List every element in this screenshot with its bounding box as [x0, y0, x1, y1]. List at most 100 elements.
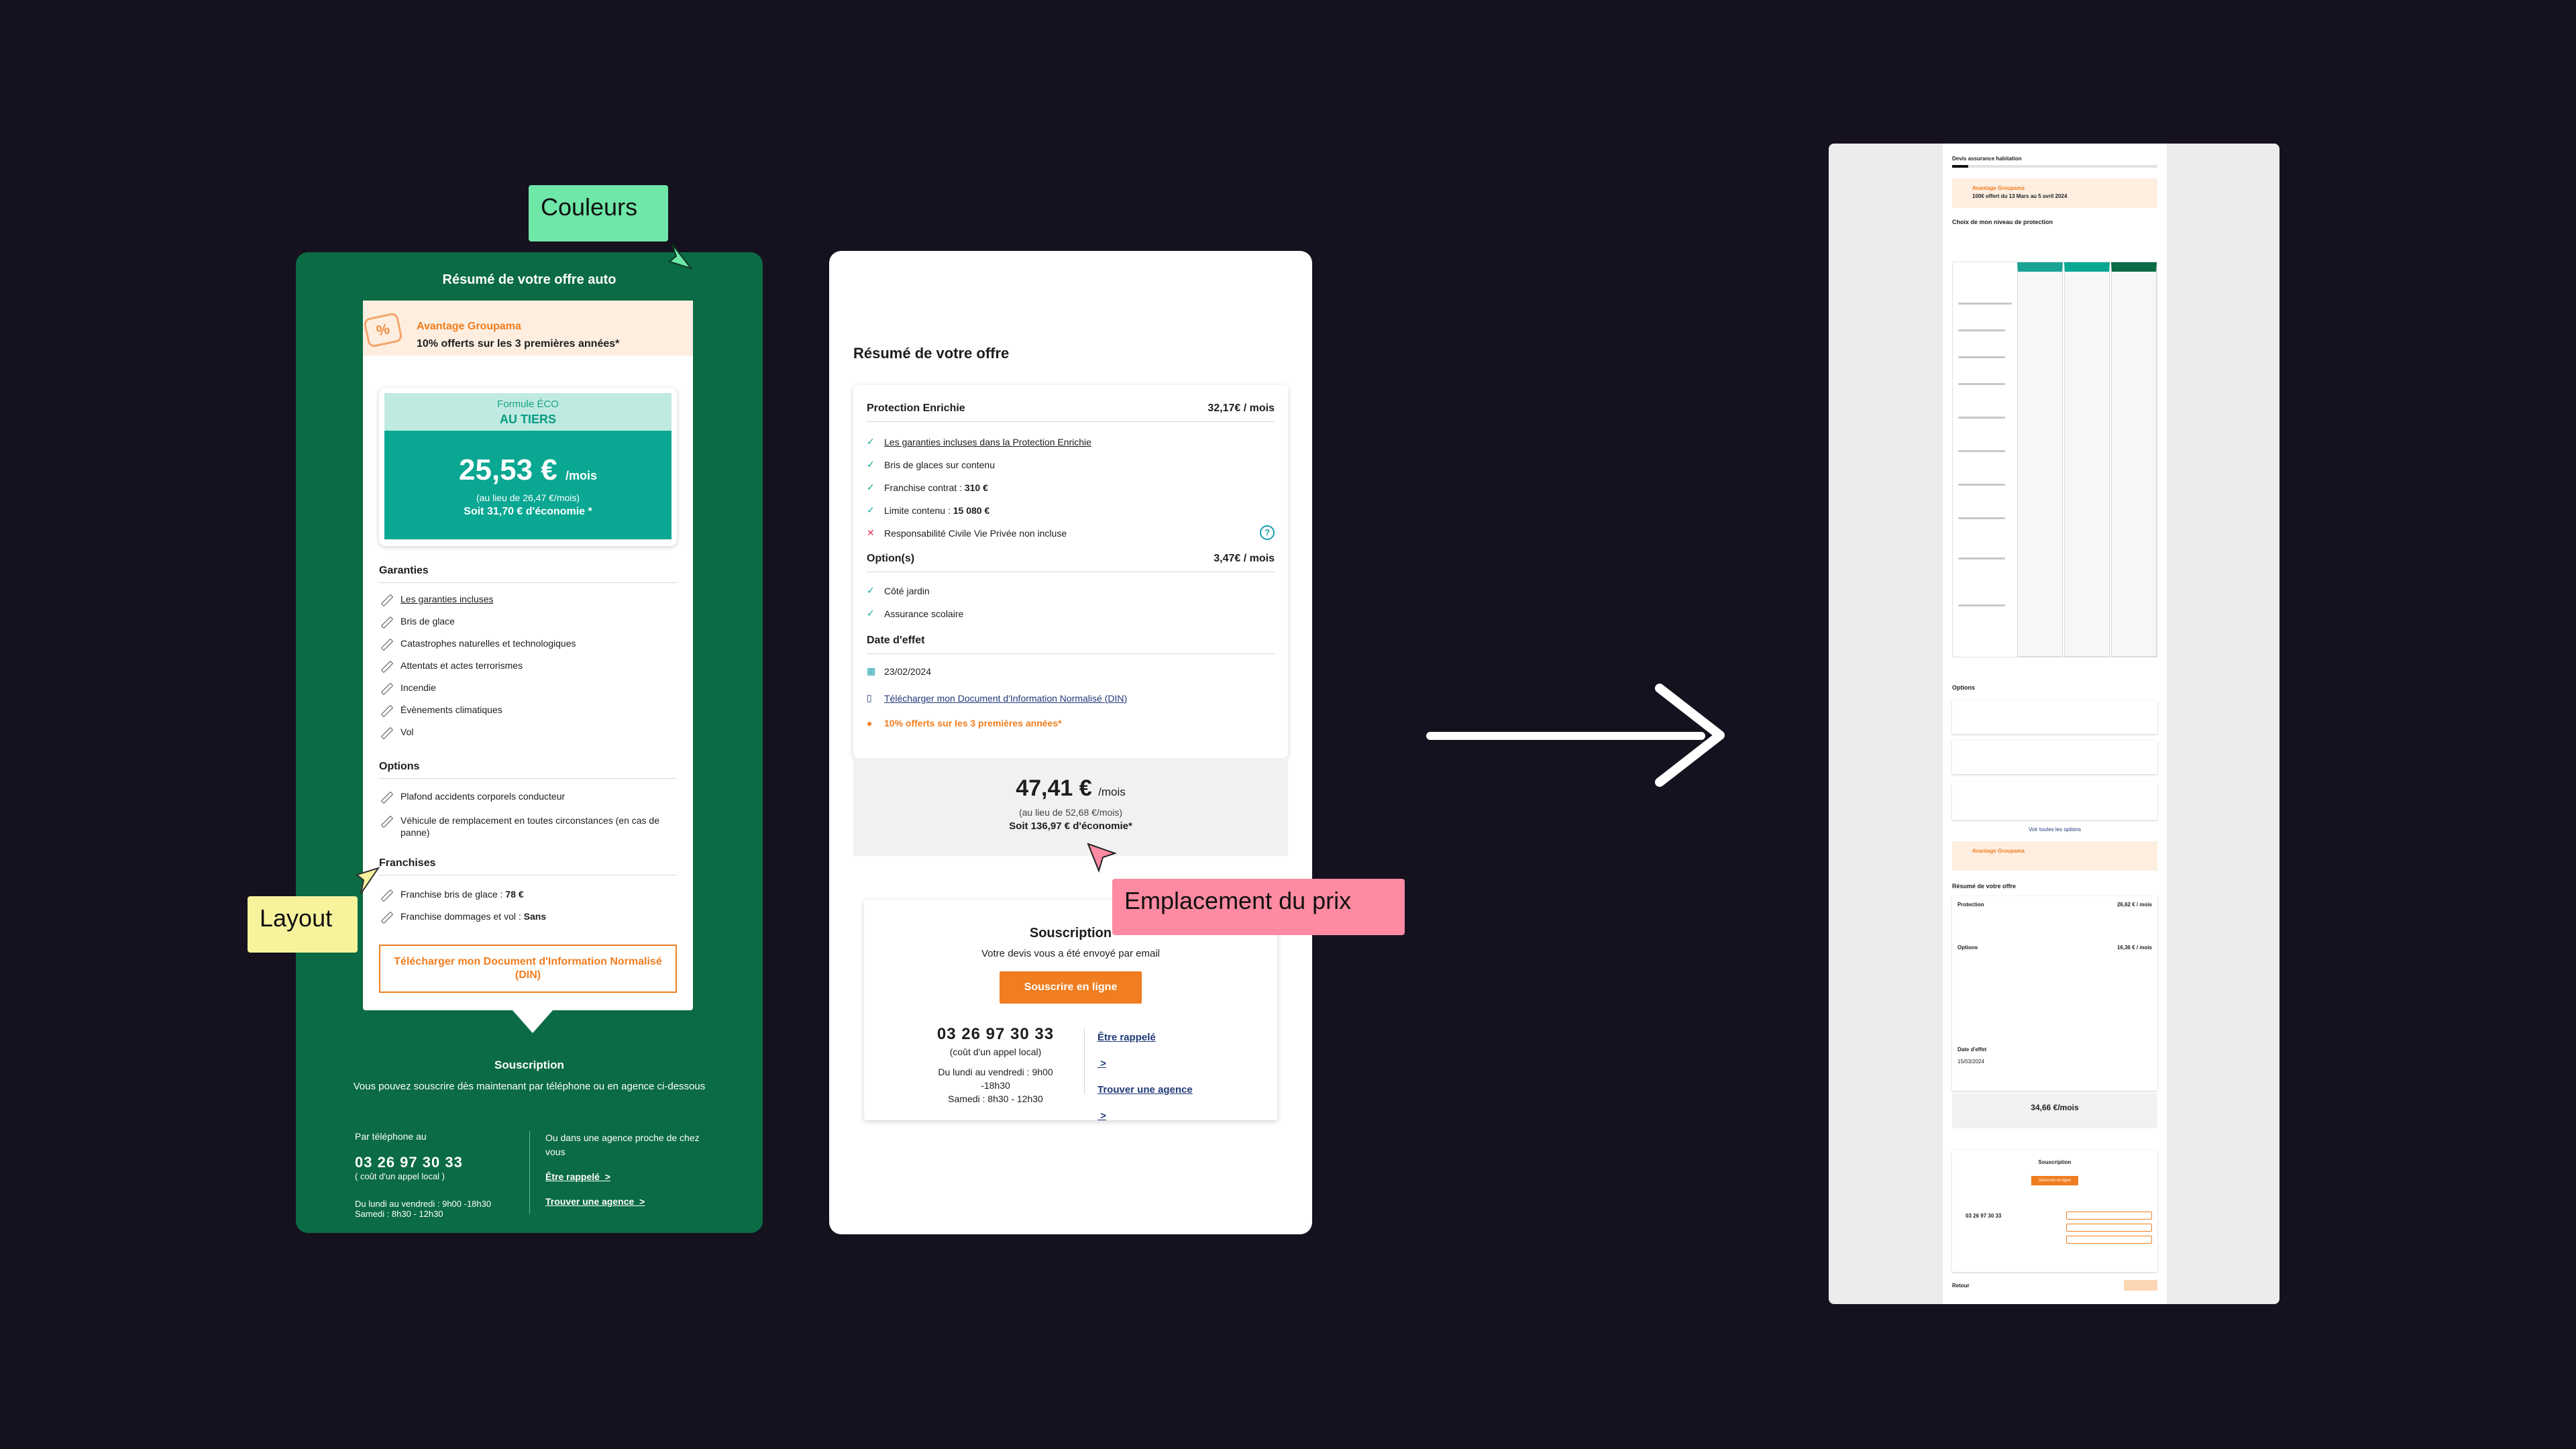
option-item: ✓ Assurance scolaire [867, 608, 964, 619]
formula-price-box: Formule ÉCO AU TIERS 25,53 € /mois (au l… [379, 388, 677, 546]
phone-cost: ( coût d'un appel local ) [355, 1171, 445, 1181]
mini-see-all-options[interactable]: Voir toutes les options [1952, 826, 2157, 833]
mini-outline-button[interactable] [2066, 1224, 2152, 1232]
garantie-item: Bris de glace [379, 615, 674, 627]
mini-subscribe-button[interactable]: Souscrire en ligne [2031, 1176, 2078, 1185]
mini-text-line [1958, 303, 2012, 305]
mini-grid-column [2111, 262, 2157, 657]
franchise-item: Franchise bris de glace : 78 € [379, 888, 674, 900]
din-download-link[interactable]: ▯ Télécharger mon Document d'Information … [867, 692, 1275, 704]
full-page-thumbnail: Devis assurance habitation Avantage Grou… [1829, 144, 2279, 1304]
included-item[interactable]: ✓ Les garanties incluses dans la Protecti… [867, 436, 1275, 447]
option-item: Plafond accidents corporels conducteur [379, 790, 674, 802]
mini-text-line [1958, 557, 2005, 559]
offer-detail-card: Protection Enrichie 32,17€ / mois ✓ Les ga… [853, 385, 1288, 758]
mini-progress-bar [1952, 165, 2157, 168]
mini-subscription-card: Souscription Souscrire en ligne 03 26 97… [1952, 1150, 2157, 1272]
mini-option-card[interactable] [1952, 741, 2157, 774]
check-icon: ✓ [867, 459, 875, 470]
card-pointer [513, 1010, 553, 1033]
divider [1084, 1029, 1085, 1093]
promo-line: ● 10% offerts sur les 3 premières années* [867, 718, 1062, 729]
mini-promo-2: Avantage Groupama [1952, 841, 2157, 871]
price-unit: /mois [1098, 786, 1126, 798]
offer-summary-title: Résumé de votre offre [853, 345, 1010, 362]
pencil-icon [379, 910, 392, 922]
mini-option-card[interactable] [1952, 782, 2157, 820]
opening-hours-saturday: Samedi : 8h30 - 12h30 [355, 1209, 443, 1219]
price-unit: /mois [566, 469, 598, 482]
price-saving: Soit 136,97 € d'économie* [1009, 820, 1132, 832]
promo-title: Avantage Groupama [417, 321, 521, 332]
callback-link[interactable]: Être rappelé > [1097, 1032, 1193, 1069]
mini-text-line [1958, 356, 2005, 358]
agency-text: Ou dans une agence proche de chez vous [545, 1132, 700, 1157]
mini-next-button[interactable] [2124, 1280, 2157, 1291]
subscription-desc: Votre devis vous a été envoyé par email [981, 948, 1160, 959]
effective-date-heading: Date d'effet [867, 635, 925, 646]
phone-number[interactable]: 03 26 97 30 33 [355, 1154, 529, 1171]
mini-summary-title: Résumé de votre offre [1952, 883, 2017, 890]
cursor-icon [667, 244, 693, 270]
pencil-icon [379, 704, 392, 716]
option-item: ✓ Côté jardin [867, 585, 930, 596]
annotation-layout: Layout [248, 896, 358, 953]
divider [867, 421, 1275, 422]
auto-summary-title: Résumé de votre offre auto [442, 272, 616, 287]
cross-icon: ✕ [867, 527, 875, 538]
promo-text: 10% offerts sur les 3 premières années* [417, 338, 620, 350]
phone-contact: 03 26 97 30 33 (coût d'un appel local) D… [928, 1026, 1063, 1106]
discount-icon: ● [867, 718, 873, 729]
mini-option-card[interactable] [1952, 700, 2157, 734]
divider [379, 778, 677, 779]
included-item: ✓ Bris de glaces sur contenu [867, 459, 995, 470]
check-icon: ✓ [867, 504, 875, 515]
phone-number[interactable]: 03 26 97 30 33 [928, 1026, 1063, 1042]
franchises-heading: Franchises [379, 857, 436, 869]
calendar-icon: ▦ [867, 665, 876, 676]
callback-link[interactable]: Être rappelé > [545, 1170, 720, 1184]
opening-hours-saturday: Samedi : 8h30 - 12h30 [948, 1093, 1043, 1104]
check-icon: ✓ [867, 608, 875, 619]
formula-level: AU TIERS [499, 413, 556, 426]
price-was: (au lieu de 52,68 €/mois) [1018, 807, 1123, 818]
option-item: Véhicule de remplacement en toutes circo… [379, 814, 674, 839]
included-item: ✓ Franchise contrat : 310 € [867, 482, 988, 493]
options-heading: Options [379, 761, 420, 772]
mini-outline-button[interactable] [2066, 1212, 2152, 1220]
subscribe-online-button[interactable]: Souscrire en ligne [1000, 971, 1142, 1004]
phone-cost: (coût d'un appel local) [949, 1046, 1042, 1057]
download-din-button[interactable]: Télécharger mon Document d'Information N… [379, 945, 677, 993]
effective-date: ▦ 23/02/2024 [867, 665, 932, 677]
mini-choice-title: Choix de mon niveau de protection [1952, 219, 2053, 225]
offer-summary-panel: Résumé de votre offre Protection Enrichi… [829, 251, 1312, 1234]
garantie-item: Vol [379, 726, 674, 738]
price-was: (au lieu de 26,47 €/mois) [476, 492, 580, 503]
mini-promo: Avantage Groupama 100€ offert du 13 Mars… [1952, 178, 2157, 208]
opening-hours-week: Du lundi au vendredi : 9h00 -18h30 [355, 1199, 492, 1209]
check-icon: ✓ [867, 482, 875, 492]
divider [379, 582, 677, 583]
mini-outline-button[interactable] [2066, 1236, 2152, 1244]
divider [867, 653, 1275, 654]
auto-offer-card: % Avantage Groupama 10% offerts sur les … [362, 301, 693, 1010]
mini-text-line [1958, 383, 2005, 385]
subscription-title: Souscription [494, 1059, 564, 1071]
mini-header: Devis assurance habitation [1952, 156, 2022, 162]
formula-price: 25,53 € /mois (au lieu de 26,47 €/mois) … [384, 431, 672, 539]
garantie-item[interactable]: Les garanties incluses [379, 593, 674, 605]
formula-name: Formule ÉCO [497, 398, 559, 410]
cursor-icon [355, 867, 380, 894]
help-icon[interactable]: ? [1260, 525, 1275, 540]
find-agency-link[interactable]: Trouver une agence > [1097, 1084, 1193, 1122]
garantie-item: Évènements climatiques [379, 704, 674, 716]
check-icon: ✓ [867, 585, 875, 596]
phone-label: Par téléphone au [355, 1131, 427, 1142]
mini-grid-column [2017, 262, 2063, 657]
cursor-icon [1087, 843, 1118, 873]
mini-options-title: Options [1952, 684, 1975, 691]
find-agency-link[interactable]: Trouver une agence > [545, 1195, 720, 1209]
mini-text-line [1958, 417, 2005, 419]
garantie-item: Attentats et actes terrorismes [379, 659, 674, 672]
mini-text-line [1958, 517, 2005, 519]
